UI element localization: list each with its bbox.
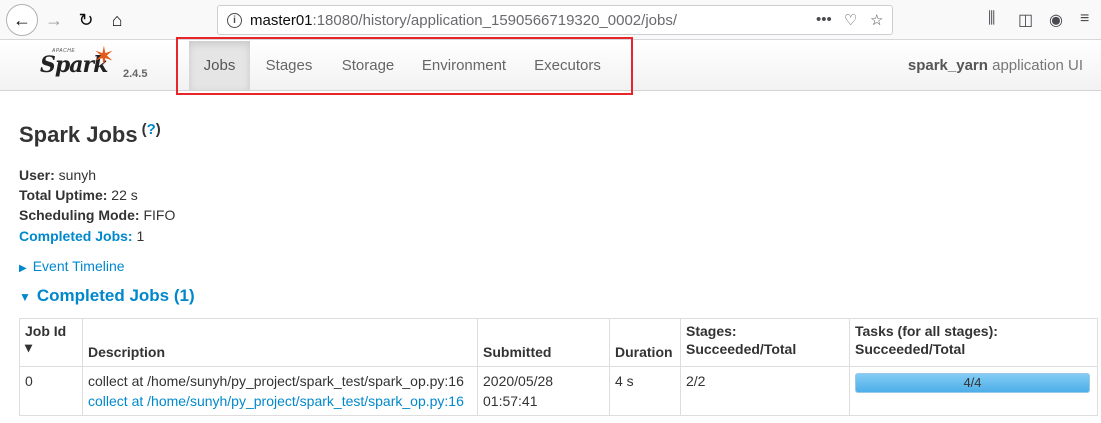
- application-name: spark_yarn application UI: [907, 57, 1083, 74]
- tasks-progress-label: 4/4: [963, 375, 982, 390]
- description-link[interactable]: collect at /home/sunyh/py_project/spark_…: [88, 391, 472, 411]
- home-icon[interactable]: ⌂: [103, 6, 131, 34]
- site-info-icon[interactable]: i: [227, 13, 242, 28]
- spark-logo[interactable]: APACHE Spark ✶: [38, 41, 120, 87]
- completed-jobs-table: Job Id ▾ Description Submitted Duration S…: [19, 318, 1098, 416]
- scheduling-mode-info: Scheduling Mode: FIFO: [19, 207, 176, 223]
- spark-version: 2.4.5: [123, 68, 148, 80]
- pocket-icon[interactable]: ♡: [844, 11, 857, 29]
- event-timeline-toggle[interactable]: ▶ Event Timeline: [19, 258, 125, 274]
- header-submitted[interactable]: Submitted: [477, 318, 610, 367]
- browser-toolbar: ← → ↻ ⌂ i master01:18080/history/applica…: [0, 0, 1101, 40]
- forward-icon[interactable]: →: [40, 6, 68, 34]
- page-title: Spark Jobs (?): [19, 121, 161, 147]
- sidebar-icon[interactable]: ◫: [1018, 10, 1033, 30]
- cell-submitted: 2020/05/28 01:57:41: [477, 366, 610, 416]
- highlight-annotation-box: [176, 37, 633, 95]
- back-icon[interactable]: ←: [6, 4, 38, 36]
- account-icon[interactable]: ◉: [1049, 10, 1063, 30]
- header-tasks[interactable]: Tasks (for all stages): Succeeded/Total: [849, 318, 1098, 367]
- url-text[interactable]: master01:18080/history/application_15905…: [250, 12, 677, 29]
- caret-right-icon: ▶: [19, 263, 27, 274]
- completed-jobs-info: Completed Jobs: 1: [19, 228, 145, 244]
- cell-job-id: 0: [19, 366, 83, 416]
- submitted-date: 2020/05/28: [483, 373, 554, 389]
- header-job-id[interactable]: Job Id ▾: [19, 318, 83, 367]
- completed-jobs-section-header[interactable]: ▼ Completed Jobs (1): [19, 286, 195, 306]
- header-stages[interactable]: Stages: Succeeded/Total: [680, 318, 850, 367]
- spark-star-icon: ✶: [93, 41, 115, 71]
- user-info: User: sunyh: [19, 167, 97, 183]
- uptime-info: Total Uptime: 22 s: [19, 187, 138, 203]
- reload-icon[interactable]: ↻: [72, 6, 100, 34]
- caret-down-icon: ▼: [19, 290, 31, 304]
- table-header-row: Job Id ▾ Description Submitted Duration S…: [19, 318, 1098, 367]
- page-actions-icon[interactable]: •••: [816, 11, 832, 28]
- help-link[interactable]: ?: [147, 121, 156, 138]
- menu-icon[interactable]: ≡: [1080, 10, 1089, 28]
- cell-tasks: 4/4: [849, 366, 1098, 416]
- header-description[interactable]: Description: [82, 318, 478, 367]
- bookmark-star-icon[interactable]: ☆: [870, 11, 883, 29]
- cell-duration: 4 s: [609, 366, 681, 416]
- tasks-progress-bar: 4/4: [855, 373, 1090, 393]
- cell-description: collect at /home/sunyh/py_project/spark_…: [82, 366, 478, 416]
- header-duration[interactable]: Duration: [609, 318, 681, 367]
- address-bar[interactable]: i master01:18080/history/application_159…: [217, 5, 893, 35]
- submitted-time: 01:57:41: [483, 393, 538, 409]
- library-icon[interactable]: ⫼: [988, 10, 995, 28]
- completed-jobs-link[interactable]: Completed Jobs:: [19, 228, 133, 244]
- cell-stages: 2/2: [680, 366, 850, 416]
- description-text: collect at /home/sunyh/py_project/spark_…: [88, 373, 464, 389]
- table-row: 0 collect at /home/sunyh/py_project/spar…: [19, 366, 1098, 416]
- sort-desc-icon: ▾: [25, 339, 33, 355]
